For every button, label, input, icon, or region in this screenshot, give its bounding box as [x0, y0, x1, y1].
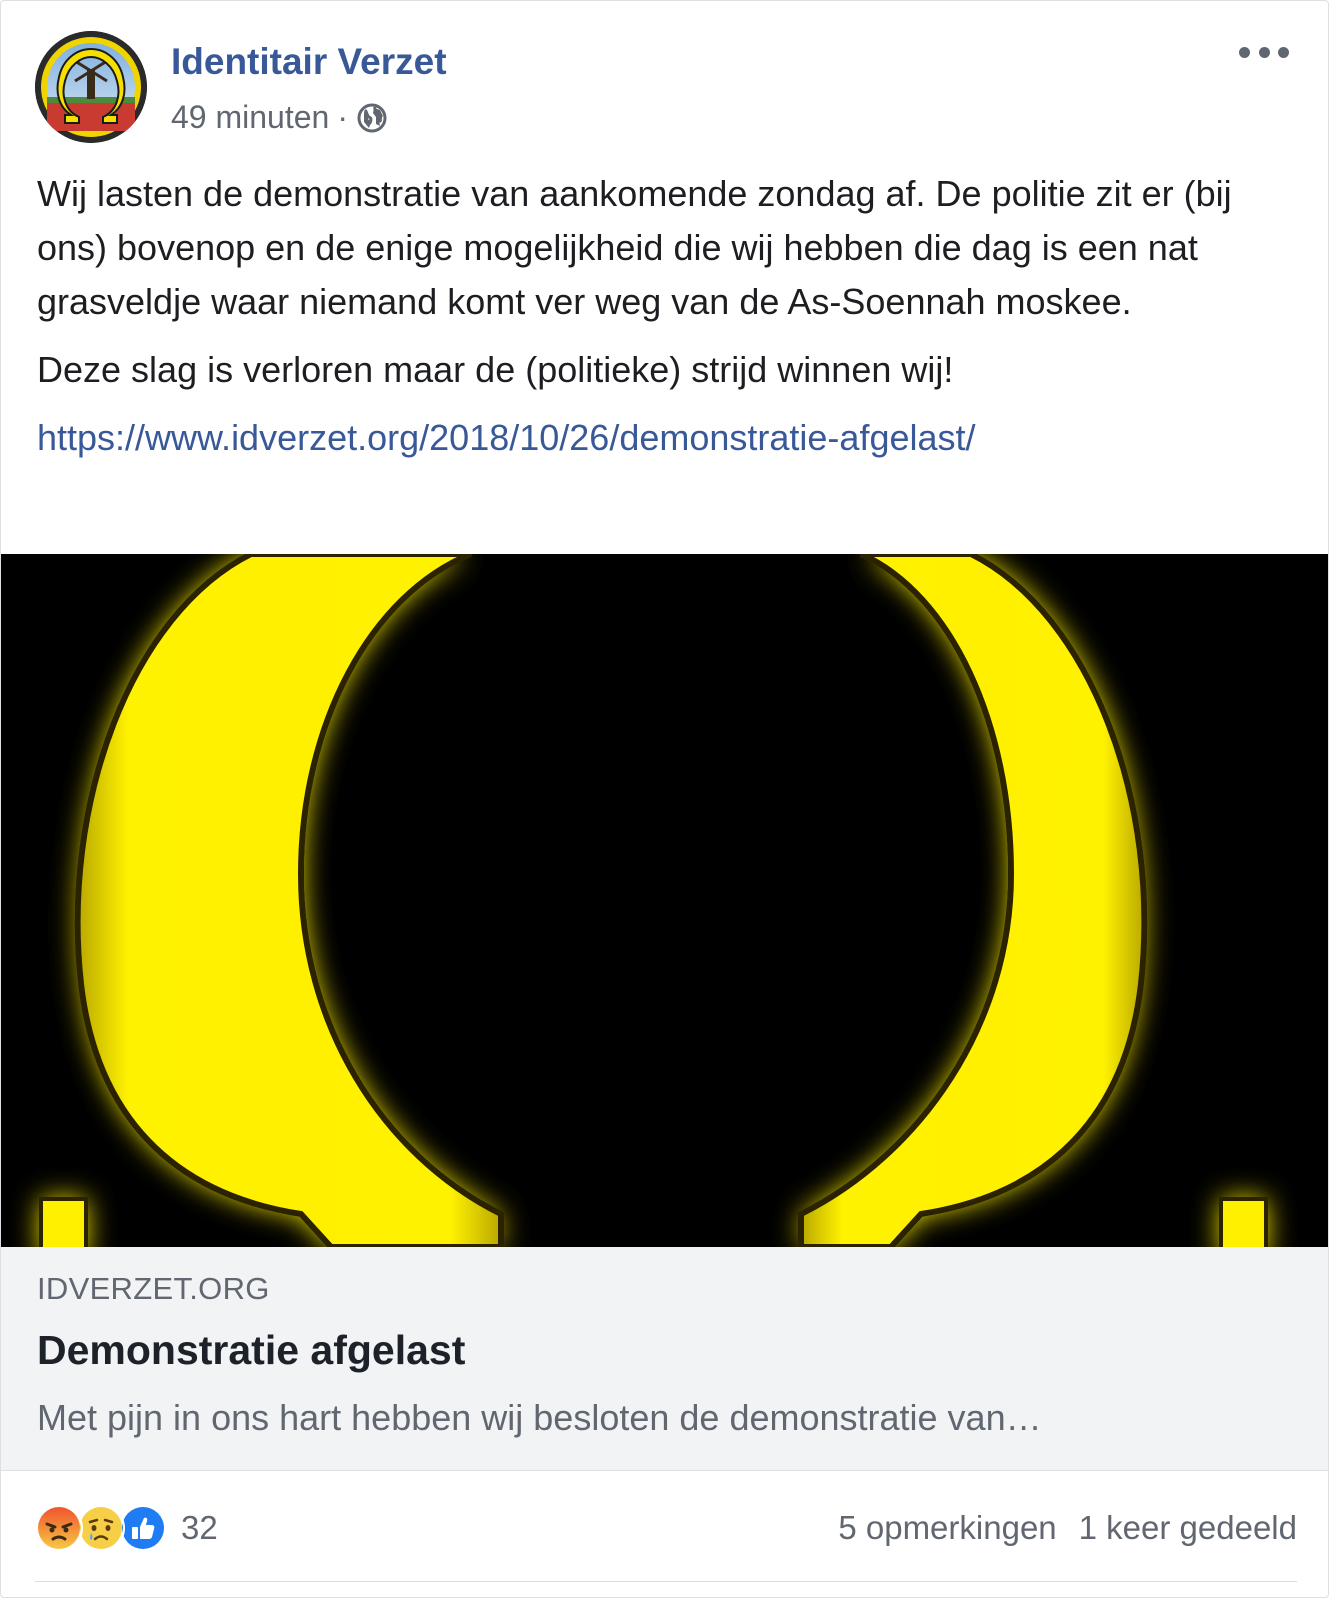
post-stats: 5 opmerkingen 1 keer gedeeld: [838, 1509, 1297, 1547]
post-paragraph-1: Wij lasten de demonstratie van aankomend…: [37, 173, 1232, 322]
shares-count[interactable]: 1 keer gedeeld: [1079, 1509, 1297, 1547]
comments-count[interactable]: 5 opmerkingen: [838, 1509, 1056, 1547]
post-body: Wij lasten de demonstratie van aankomend…: [37, 167, 1297, 465]
more-dot: [1278, 46, 1289, 58]
preview-description: Met pijn in ons hart hebben wij besloten…: [37, 1397, 1042, 1438]
omega-avatar-icon: [35, 31, 147, 143]
post-header: Identitair Verzet 49 minuten ·: [35, 31, 1295, 151]
sad-icon[interactable]: [77, 1504, 125, 1552]
meta-separator: ·: [337, 99, 348, 135]
page-avatar[interactable]: [35, 31, 147, 143]
reactions-summary[interactable]: 32: [35, 1504, 218, 1552]
preview-title: Demonstratie afgelast: [37, 1327, 466, 1373]
post-footer: 32 5 opmerkingen 1 keer gedeeld: [35, 1471, 1297, 1582]
post-paragraph-2: Deze slag is verloren maar de (politieke…: [37, 349, 954, 390]
like-icon[interactable]: [119, 1504, 167, 1552]
post-meta: 49 minuten ·: [171, 99, 388, 136]
more-dot: [1239, 46, 1250, 58]
preview-domain: IDVERZET.ORG: [37, 1271, 270, 1306]
omega-logo: [1, 554, 1328, 1247]
post-card: Identitair Verzet 49 minuten · Wij laste…: [0, 0, 1329, 1598]
more-options-button[interactable]: [1239, 37, 1289, 67]
link-preview-meta[interactable]: IDVERZET.ORG Demonstratie afgelast Met p…: [1, 1247, 1328, 1471]
angry-icon[interactable]: [35, 1504, 83, 1552]
post-timestamp[interactable]: 49 minuten: [171, 99, 329, 136]
more-dot: [1258, 46, 1270, 58]
reaction-count[interactable]: 32: [181, 1509, 218, 1547]
post-link[interactable]: https://www.idverzet.org/2018/10/26/demo…: [37, 411, 1297, 465]
globe-icon[interactable]: [356, 102, 388, 134]
author-name[interactable]: Identitair Verzet: [171, 41, 447, 83]
link-preview-image[interactable]: [1, 554, 1328, 1247]
